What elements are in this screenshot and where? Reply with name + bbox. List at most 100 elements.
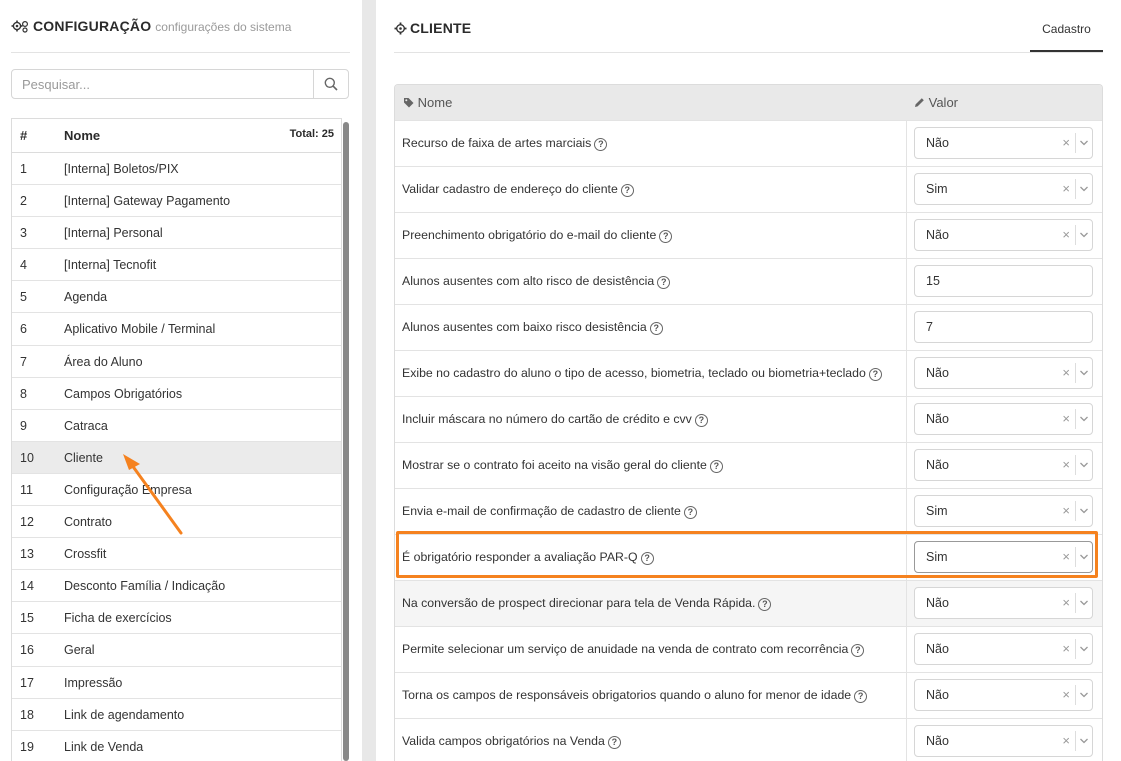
chevron-down-icon[interactable] <box>1079 366 1089 385</box>
chevron-down-icon[interactable] <box>1079 550 1089 569</box>
select-value: Não <box>926 366 949 380</box>
select-separator <box>1075 639 1076 659</box>
list-item-name: Desconto Família / Indicação <box>64 579 226 594</box>
value-select[interactable]: Não × <box>914 587 1093 619</box>
chevron-down-icon[interactable] <box>1079 596 1089 615</box>
list-item-1[interactable]: 1 [Interna] Boletos/PIX <box>12 153 341 186</box>
chevron-down-icon[interactable] <box>1079 734 1089 753</box>
clear-icon[interactable]: × <box>1062 733 1070 748</box>
list-item-19[interactable]: 19 Link de Venda <box>12 731 341 761</box>
help-icon[interactable]: ? <box>709 460 723 473</box>
list-item-11[interactable]: 11 Configuração Empresa <box>12 474 341 507</box>
setting-label: Envia e-mail de confirmação de cadastro … <box>402 504 697 519</box>
list-total: Total: 25 <box>289 128 334 140</box>
list-item-17[interactable]: 17 Impressão <box>12 667 341 699</box>
list-item-14[interactable]: 14 Desconto Família / Indicação <box>12 570 341 603</box>
list-item-2[interactable]: 2 [Interna] Gateway Pagamento <box>12 185 341 218</box>
list-item-9[interactable]: 9 Catraca <box>12 410 341 442</box>
list-item-10[interactable]: 10 Cliente <box>12 441 341 474</box>
value-select[interactable]: Sim × <box>914 495 1093 527</box>
help-icon[interactable]: ? <box>659 230 673 243</box>
clear-icon[interactable]: × <box>1062 549 1070 564</box>
chevron-down-icon[interactable] <box>1079 228 1089 247</box>
value-select[interactable]: Não × <box>914 679 1093 711</box>
value-select[interactable]: Não × <box>914 357 1093 389</box>
value-select[interactable]: Não × <box>914 633 1093 665</box>
list-header: # Nome Total: 25 <box>12 119 341 153</box>
clear-icon[interactable]: × <box>1062 687 1070 702</box>
chevron-down-icon[interactable] <box>1079 412 1089 431</box>
search-icon <box>324 77 338 91</box>
value-select[interactable]: Sim × <box>914 173 1093 205</box>
help-icon[interactable]: ? <box>694 414 708 427</box>
value-select[interactable]: Sim × <box>914 541 1093 573</box>
tab-cadastro[interactable]: Cadastro <box>1030 14 1103 52</box>
sidebar-subtitle: configurações do sistema <box>155 20 292 34</box>
list-item-name: [Interna] Personal <box>64 226 163 241</box>
setting-label: Na conversão de prospect direcionar para… <box>402 596 772 611</box>
help-icon[interactable]: ? <box>620 184 634 197</box>
list-header-hash: # <box>20 128 28 143</box>
help-icon[interactable]: ? <box>854 690 868 703</box>
chevron-down-icon[interactable] <box>1079 642 1089 661</box>
help-icon[interactable]: ? <box>657 276 671 289</box>
setting-label: Recurso de faixa de artes marciais? <box>402 136 608 151</box>
help-icon[interactable]: ? <box>594 138 608 151</box>
help-icon[interactable]: ? <box>868 368 882 381</box>
chevron-down-icon[interactable] <box>1079 458 1089 477</box>
setting-label-text: Envia e-mail de confirmação de cadastro … <box>402 504 681 518</box>
sidebar-title-text: CONFIGURAÇÃO <box>33 18 152 34</box>
number-input[interactable]: 15 <box>914 265 1093 297</box>
value-select[interactable]: Não × <box>914 127 1093 159</box>
chevron-down-icon[interactable] <box>1079 136 1089 155</box>
clear-icon[interactable]: × <box>1062 641 1070 656</box>
list-item-name: Área do Aluno <box>64 354 143 369</box>
help-icon[interactable]: ? <box>758 598 772 611</box>
list-item-16[interactable]: 16 Geral <box>12 634 341 667</box>
help-icon[interactable]: ? <box>683 506 697 519</box>
value-select[interactable]: Não × <box>914 725 1093 757</box>
search-button[interactable] <box>313 70 348 98</box>
value-select[interactable]: Não × <box>914 219 1093 251</box>
value-cell <box>906 351 907 396</box>
help-icon[interactable]: ? <box>607 736 621 749</box>
clear-icon[interactable]: × <box>1062 411 1070 426</box>
list-item-18[interactable]: 18 Link de agendamento <box>12 699 341 731</box>
chevron-down-icon[interactable] <box>1079 504 1089 523</box>
list-item-number: 4 <box>20 258 27 273</box>
chevron-down-icon[interactable] <box>1079 182 1089 201</box>
list-item-7[interactable]: 7 Área do Aluno <box>12 346 341 378</box>
value-select[interactable]: Não × <box>914 449 1093 481</box>
clear-icon[interactable]: × <box>1062 457 1070 472</box>
list-item-12[interactable]: 12 Contrato <box>12 506 341 539</box>
select-value: Não <box>926 458 949 472</box>
search-input[interactable] <box>12 70 314 98</box>
setting-row-8: Mostrar se o contrato foi aceito na visã… <box>395 442 1102 488</box>
help-icon[interactable]: ? <box>851 644 865 657</box>
value-cell <box>906 213 907 258</box>
select-separator <box>1075 593 1076 613</box>
setting-row-7: Incluir máscara no número do cartão de c… <box>395 396 1102 442</box>
list-item-6[interactable]: 6 Aplicativo Mobile / Terminal <box>12 313 341 346</box>
list-item-3[interactable]: 3 [Interna] Personal <box>12 217 341 250</box>
list-scrollbar[interactable] <box>343 122 349 761</box>
value-select[interactable]: Não × <box>914 403 1093 435</box>
list-item-5[interactable]: 5 Agenda <box>12 281 341 314</box>
setting-row-2: Validar cadastro de endereço do cliente?… <box>395 166 1102 212</box>
help-icon[interactable]: ? <box>640 552 654 565</box>
list-item-8[interactable]: 8 Campos Obrigatórios <box>12 378 341 410</box>
clear-icon[interactable]: × <box>1062 503 1070 518</box>
clear-icon[interactable]: × <box>1062 595 1070 610</box>
help-icon[interactable]: ? <box>649 322 663 335</box>
clear-icon[interactable]: × <box>1062 227 1070 242</box>
list-item-4[interactable]: 4 [Interna] Tecnofit <box>12 249 341 282</box>
select-value: Sim <box>926 182 948 196</box>
list-item-name: Contrato <box>64 515 112 530</box>
clear-icon[interactable]: × <box>1062 181 1070 196</box>
clear-icon[interactable]: × <box>1062 135 1070 150</box>
chevron-down-icon[interactable] <box>1079 688 1089 707</box>
list-item-13[interactable]: 13 Crossfit <box>12 538 341 571</box>
clear-icon[interactable]: × <box>1062 365 1070 380</box>
list-item-15[interactable]: 15 Ficha de exercícios <box>12 602 341 635</box>
number-input[interactable]: 7 <box>914 311 1093 343</box>
